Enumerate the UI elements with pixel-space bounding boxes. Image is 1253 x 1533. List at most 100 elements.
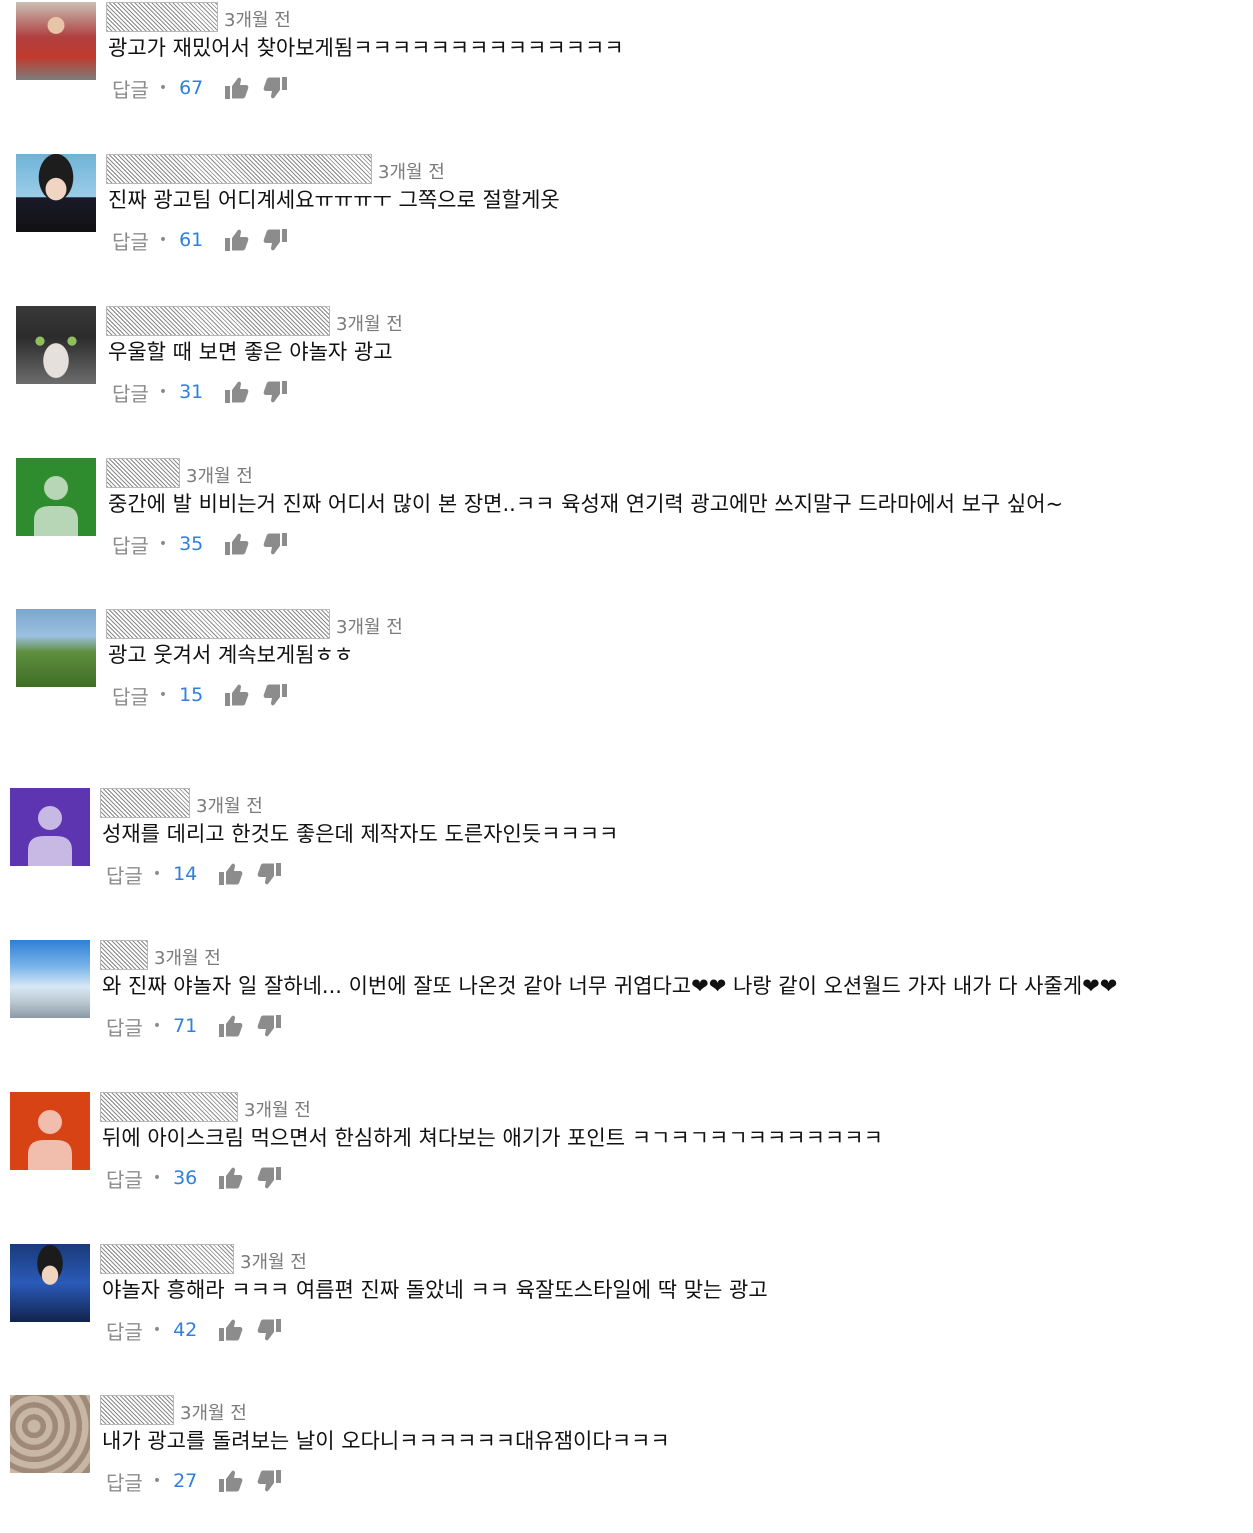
author-name-redacted[interactable]	[100, 1244, 234, 1274]
avatar[interactable]	[10, 940, 90, 1018]
comment-item: 3개월 전광고 웃겨서 계속보게됨ㅎㅎ 답글 • 15	[0, 607, 1253, 747]
timestamp[interactable]: 3개월 전	[244, 1100, 311, 1122]
author-name-redacted[interactable]	[100, 788, 190, 818]
thumbs-down-icon[interactable]	[257, 1469, 283, 1493]
avatar[interactable]	[16, 2, 96, 80]
thumbs-down-icon[interactable]	[263, 228, 289, 252]
thumbs-down-icon[interactable]	[257, 1014, 283, 1038]
comment-text: 성재를 데리고 한것도 좋은데 제작자도 도른자인듯ㅋㅋㅋㅋ	[102, 822, 619, 846]
avatar[interactable]	[10, 1395, 90, 1473]
reply-button[interactable]: 답글	[106, 1467, 143, 1496]
timestamp[interactable]: 3개월 전	[180, 1403, 247, 1425]
reply-button[interactable]: 답글	[112, 530, 149, 559]
separator-dot: •	[152, 866, 162, 882]
comment-item: 3개월 전 중간에 발 비비는거 진짜 어디서 많이 본 장면..ㅋㅋ 육성재 연…	[0, 456, 1253, 596]
comment-header: 3개월 전	[100, 940, 221, 970]
separator-dot: •	[152, 1473, 162, 1489]
author-name-redacted[interactable]	[106, 458, 180, 488]
reply-button[interactable]: 답글	[112, 226, 149, 255]
like-count: 15	[179, 684, 204, 706]
comment-item: 3개월 전뒤에 아이스크림 먹으면서 한심하게 쳐다보는 애기가 포인트 ㅋㄱㅋ…	[0, 1090, 1253, 1230]
thumbs-up-icon[interactable]	[223, 76, 249, 100]
comment-actions: 답글 • 36	[106, 1164, 283, 1192]
author-name-redacted[interactable]	[100, 1395, 174, 1425]
comment-actions: 답글 • 31	[112, 378, 289, 406]
comment-header: 3개월 전	[106, 458, 253, 488]
comment-actions: 답글 • 15	[112, 681, 289, 709]
separator-dot: •	[152, 1170, 162, 1186]
reply-button[interactable]: 답글	[112, 378, 149, 407]
separator-dot: •	[158, 687, 168, 703]
thumbs-down-icon[interactable]	[263, 683, 289, 707]
avatar[interactable]	[10, 1244, 90, 1322]
timestamp[interactable]: 3개월 전	[336, 617, 403, 639]
like-count: 31	[179, 381, 204, 403]
comment-actions: 답글 • 67	[112, 74, 289, 102]
comment-item: 3개월 전와 진짜 야놀자 일 잘하네... 이번에 잘또 나온것 같아 너무 …	[0, 938, 1253, 1078]
thumbs-down-icon[interactable]	[257, 862, 283, 886]
like-count: 71	[173, 1015, 198, 1037]
comment-item: 3개월 전 광고가 재밌어서 찾아보게됨ㅋㅋㅋㅋㅋㅋㅋㅋㅋㅋㅋㅋㅋㅋ 답글 • 67	[0, 0, 1253, 140]
avatar[interactable]	[16, 458, 96, 536]
reply-button[interactable]: 답글	[106, 1164, 143, 1193]
thumbs-up-icon[interactable]	[217, 1166, 243, 1190]
timestamp[interactable]: 3개월 전	[336, 314, 403, 336]
timestamp[interactable]: 3개월 전	[378, 162, 445, 184]
thumbs-up-icon[interactable]	[223, 380, 249, 404]
thumbs-up-icon[interactable]	[223, 683, 249, 707]
timestamp[interactable]: 3개월 전	[196, 796, 263, 818]
thumbs-down-icon[interactable]	[263, 380, 289, 404]
comment-header: 3개월 전	[100, 1244, 307, 1274]
timestamp[interactable]: 3개월 전	[186, 466, 253, 488]
comment-text: 광고 웃겨서 계속보게됨ㅎㅎ	[108, 643, 354, 667]
thumbs-up-icon[interactable]	[217, 1014, 243, 1038]
comment-text: 뒤에 아이스크림 먹으면서 한심하게 쳐다보는 애기가 포인트 ㅋㄱㅋㄱㅋㄱㅋㅋ…	[102, 1126, 883, 1150]
avatar[interactable]	[10, 1092, 90, 1170]
reply-button[interactable]: 답글	[106, 860, 143, 889]
reply-button[interactable]: 답글	[106, 1012, 143, 1041]
thumbs-up-icon[interactable]	[217, 1469, 243, 1493]
timestamp[interactable]: 3개월 전	[154, 948, 221, 970]
reply-button[interactable]: 답글	[106, 1316, 143, 1345]
comment-item: 3개월 전 진짜 광고팀 어디계세요ㅠㅠㅠㅜ 그쪽으로 절할게옷 답글 • 61	[0, 152, 1253, 292]
comment-item: 3개월 전성재를 데리고 한것도 좋은데 제작자도 도른자인듯ㅋㅋㅋㅋ 답글 • 14	[0, 786, 1253, 926]
comment-item: 3개월 전우울할 때 보면 좋은 야놀자 광고답글 • 31	[0, 304, 1253, 444]
thumbs-up-icon[interactable]	[217, 862, 243, 886]
thumbs-up-icon[interactable]	[223, 228, 249, 252]
thumbs-down-icon[interactable]	[263, 76, 289, 100]
comment-header: 3개월 전	[106, 154, 445, 184]
thumbs-down-icon[interactable]	[263, 532, 289, 556]
timestamp[interactable]: 3개월 전	[224, 10, 291, 32]
avatar[interactable]	[16, 609, 96, 687]
comment-item: 3개월 전 내가 광고를 돌려보는 날이 오다니ㅋㅋㅋㅋㅋㅋ대유잼이다ㅋㅋㅋ 답글 •…	[0, 1393, 1253, 1533]
thumbs-down-icon[interactable]	[257, 1318, 283, 1342]
author-name-redacted[interactable]	[106, 154, 372, 184]
avatar[interactable]	[16, 154, 96, 232]
comment-actions: 답글 • 42	[106, 1316, 283, 1344]
thumbs-down-icon[interactable]	[257, 1166, 283, 1190]
separator-dot: •	[152, 1018, 162, 1034]
reply-button[interactable]: 답글	[112, 681, 149, 710]
separator-dot: •	[158, 80, 168, 96]
comment-header: 3개월 전	[106, 609, 403, 639]
author-name-redacted[interactable]	[106, 306, 330, 336]
comment-text: 우울할 때 보면 좋은 야놀자 광고	[108, 340, 393, 364]
author-name-redacted[interactable]	[106, 2, 218, 32]
thumbs-up-icon[interactable]	[223, 532, 249, 556]
comment-header: 3개월 전	[100, 788, 263, 818]
author-name-redacted[interactable]	[106, 609, 330, 639]
comment-text: 야놀자 흥해라 ㅋㅋㅋ 여름편 진짜 돌았네 ㅋㅋ 육잘또스타일에 딱 맞는 광…	[102, 1278, 768, 1302]
comment-header: 3개월 전	[100, 1092, 311, 1122]
author-name-redacted[interactable]	[100, 1092, 238, 1122]
comment-actions: 답글 • 71	[106, 1012, 283, 1040]
author-name-redacted[interactable]	[100, 940, 148, 970]
like-count: 14	[173, 863, 198, 885]
like-count: 27	[173, 1470, 198, 1492]
avatar[interactable]	[10, 788, 90, 866]
avatar[interactable]	[16, 306, 96, 384]
comment-header: 3개월 전	[106, 2, 291, 32]
timestamp[interactable]: 3개월 전	[240, 1252, 307, 1274]
comment-header: 3개월 전	[100, 1395, 247, 1425]
thumbs-up-icon[interactable]	[217, 1318, 243, 1342]
reply-button[interactable]: 답글	[112, 74, 149, 103]
